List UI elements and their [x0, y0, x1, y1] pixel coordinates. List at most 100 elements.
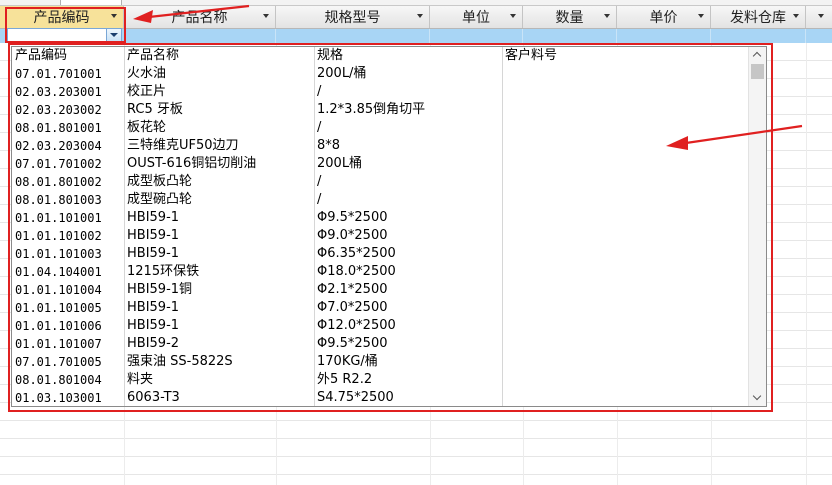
filter-dropdown-icon[interactable]: [604, 14, 610, 18]
dropdown-row[interactable]: 08.01.801003 成型碗凸轮 /: [12, 191, 749, 209]
row-customer-part-no: [502, 335, 749, 353]
row-spec: /: [317, 192, 322, 207]
dropdown-row[interactable]: 08.01.801001 板花轮 /: [12, 119, 749, 137]
row-product-code: 01.03.103001: [15, 391, 102, 405]
column-header-label: 产品编码: [33, 10, 90, 26]
row-product-name: HBI59-2: [127, 336, 180, 351]
row-product-name: 6063-T3: [127, 390, 180, 405]
filter-dropdown-icon[interactable]: [698, 14, 704, 18]
dropdown-row[interactable]: 08.01.801002 成型板凸轮 /: [12, 173, 749, 191]
scroll-thumb[interactable]: [751, 64, 764, 79]
filter-cell[interactable]: [124, 29, 276, 43]
scroll-up-icon[interactable]: [749, 47, 766, 62]
row-spec: Φ9.5*2500: [317, 210, 388, 225]
row-product-name: 成型碗凸轮: [127, 192, 193, 207]
row-spec: 1.2*3.85倒角切平: [317, 102, 426, 117]
dropdown-row[interactable]: 01.01.101006 HBI59-1 Φ12.0*2500: [12, 317, 749, 335]
dropdown-header-spec: 规格: [317, 48, 344, 63]
column-header-label: 单位: [462, 10, 490, 26]
row-product-name: OUST-616铜铝切削油: [127, 156, 257, 171]
row-spec: /: [317, 84, 322, 99]
product-code-filter-combobox[interactable]: [7, 28, 122, 42]
dropdown-row[interactable]: 01.01.101002 HBI59-1 Φ9.0*2500: [12, 227, 749, 245]
filter-cell[interactable]: [430, 29, 523, 43]
dropdown-row[interactable]: 02.03.203001 校正片 /: [12, 83, 749, 101]
dropdown-row[interactable]: 01.01.101003 HBI59-1 Φ6.35*2500: [12, 245, 749, 263]
row-customer-part-no: [502, 83, 749, 101]
row-spec: /: [317, 120, 322, 135]
filter-value: [8, 30, 10, 43]
dropdown-row[interactable]: 01.03.103001 6063-T3 S4.75*2500: [12, 389, 749, 406]
column-header-product-name[interactable]: 产品名称: [124, 6, 276, 28]
row-product-name: 成型板凸轮: [127, 174, 193, 189]
vertical-scrollbar[interactable]: [748, 47, 766, 406]
dropdown-header: 产品编码 产品名称 规格 客户料号: [12, 47, 749, 64]
filter-cell[interactable]: [523, 29, 617, 43]
row-customer-part-no: [502, 101, 749, 119]
column-header-product-code[interactable]: 产品编码: [0, 6, 124, 28]
filter-dropdown-icon[interactable]: [818, 14, 824, 18]
row-spec: Φ18.0*2500: [317, 264, 396, 279]
dropdown-row[interactable]: 01.01.101001 HBI59-1 Φ9.5*2500: [12, 209, 749, 227]
row-spec: 200L桶: [317, 156, 363, 171]
filter-dropdown-icon[interactable]: [510, 14, 516, 18]
filter-row: [0, 29, 832, 43]
grid-line: [806, 43, 807, 485]
row-product-code: 01.01.101007: [15, 337, 102, 351]
row-product-name: HBI59-1: [127, 318, 180, 333]
column-header-issue-warehouse[interactable]: 发料仓库: [711, 6, 806, 28]
filter-cell[interactable]: [617, 29, 711, 43]
column-header-unit[interactable]: 单位: [430, 6, 523, 28]
sheet-tab-stub[interactable]: [60, 0, 122, 5]
filter-dropdown-icon[interactable]: [111, 14, 117, 18]
filter-dropdown-icon[interactable]: [417, 14, 423, 18]
dropdown-header-name: 产品名称: [127, 48, 180, 63]
row-product-name: HBI59-1: [127, 210, 180, 225]
row-spec: Φ12.0*2500: [317, 318, 396, 333]
row-product-name: 火水油: [127, 66, 167, 81]
row-product-code: 01.04.104001: [15, 265, 102, 279]
row-product-code: 08.01.801002: [15, 175, 102, 189]
row-product-code: 01.01.101004: [15, 283, 102, 297]
filter-cell[interactable]: [711, 29, 806, 43]
dropdown-row[interactable]: 07.01.701002 OUST-616铜铝切削油 200L桶: [12, 155, 749, 173]
combobox-dropdown-button[interactable]: [106, 29, 121, 41]
row-spec: 200L/桶: [317, 66, 367, 81]
row-customer-part-no: [502, 263, 749, 281]
filter-cell[interactable]: [276, 29, 430, 43]
row-spec: Φ9.5*2500: [317, 336, 388, 351]
row-customer-part-no: [502, 191, 749, 209]
row-spec: Φ7.0*2500: [317, 300, 388, 315]
column-header-quantity[interactable]: 数量: [523, 6, 617, 28]
row-customer-part-no: [502, 353, 749, 371]
column-header-spec-model[interactable]: 规格型号: [276, 6, 430, 28]
row-customer-part-no: [502, 155, 749, 173]
filter-dropdown-icon[interactable]: [263, 14, 269, 18]
dropdown-row[interactable]: 01.01.101004 HBI59-1铜 Φ2.1*2500: [12, 281, 749, 299]
row-product-name: 1215环保铁: [127, 264, 200, 279]
scroll-down-icon[interactable]: [749, 391, 766, 406]
dropdown-row[interactable]: 08.01.801004 料夹 外5 R2.2: [12, 371, 749, 389]
column-header-label: 数量: [555, 10, 584, 26]
row-product-name: RC5 牙板: [127, 102, 183, 117]
dropdown-row[interactable]: 01.04.104001 1215环保铁 Φ18.0*2500: [12, 263, 749, 281]
dropdown-row[interactable]: 02.03.203004 三特维克UF50边刀 8*8: [12, 137, 749, 155]
row-customer-part-no: [502, 317, 749, 335]
row-customer-part-no: [502, 209, 749, 227]
column-header-unit-price[interactable]: 单价: [617, 6, 711, 28]
row-spec: Φ6.35*2500: [317, 246, 396, 261]
dropdown-row[interactable]: 01.01.101005 HBI59-1 Φ7.0*2500: [12, 299, 749, 317]
dropdown-row[interactable]: 07.01.701005 强束油 SS-5822S 170KG/桶: [12, 353, 749, 371]
dropdown-row[interactable]: 02.03.203002 RC5 牙板 1.2*3.85倒角切平: [12, 101, 749, 119]
row-spec: S4.75*2500: [317, 390, 394, 405]
filter-dropdown-icon[interactable]: [793, 14, 799, 18]
dropdown-row[interactable]: 07.01.701001 火水油 200L/桶: [12, 65, 749, 83]
row-product-code: 02.03.203002: [15, 103, 102, 117]
row-product-name: HBI59-1: [127, 228, 180, 243]
dropdown-row[interactable]: 01.01.101007 HBI59-2 Φ9.5*2500: [12, 335, 749, 353]
row-product-name: HBI59-1: [127, 246, 180, 261]
row-product-name: 板花轮: [127, 120, 167, 135]
product-lookup-dropdown[interactable]: 产品编码 产品名称 规格 客户料号 07.01.701001 火水油 200L/桶 0…: [11, 46, 767, 407]
column-header-overflow[interactable]: [806, 6, 832, 28]
row-product-name: HBI59-1铜: [127, 282, 193, 297]
